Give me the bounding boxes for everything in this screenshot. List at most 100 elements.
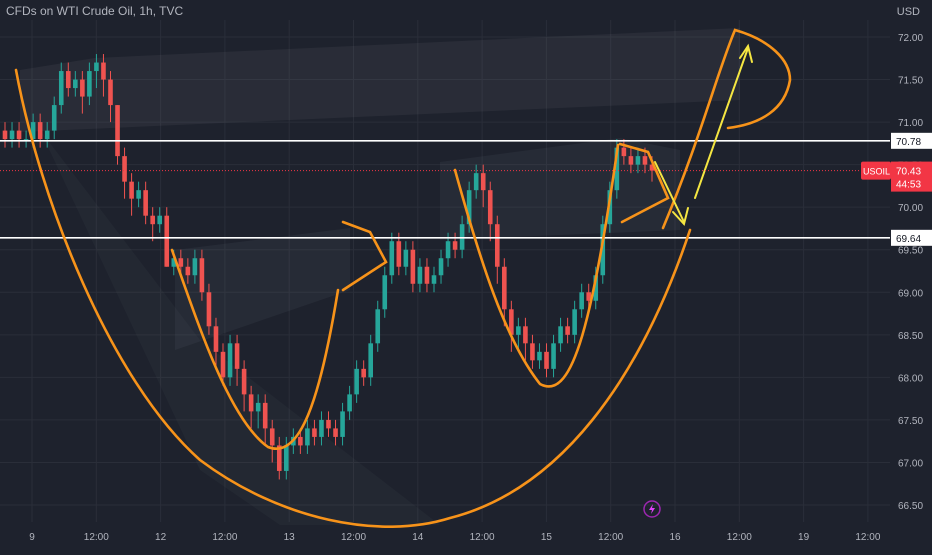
candle-body	[326, 419, 331, 429]
candle-body	[516, 326, 521, 335]
candle-body	[502, 266, 507, 310]
candle-body	[108, 79, 113, 106]
candle-body	[73, 79, 78, 89]
candle-body	[305, 428, 310, 446]
candle-body	[312, 428, 317, 437]
x-tick-label: 12:00	[855, 532, 880, 543]
y-tick-label: 68.00	[898, 373, 923, 384]
candle-body	[51, 105, 57, 131]
candle-body	[58, 71, 64, 106]
candle-body	[403, 249, 409, 267]
candle-body	[579, 292, 584, 310]
candle-body	[101, 62, 106, 80]
candle-body	[333, 428, 338, 437]
candle-body	[178, 258, 184, 267]
candle-body	[2, 130, 8, 140]
level-badge-text: 69.64	[896, 234, 921, 245]
candle-body	[129, 181, 134, 199]
candle-body	[544, 351, 549, 369]
candle-body	[375, 309, 381, 344]
candle-body	[621, 147, 627, 157]
y-tick-label: 69.00	[898, 288, 923, 299]
candle-body	[523, 326, 528, 344]
candle-body	[94, 62, 99, 72]
candle-body	[115, 105, 120, 157]
x-tick-label: 12	[155, 532, 167, 543]
x-tick-label: 15	[541, 532, 553, 543]
y-tick-label: 72.00	[898, 33, 923, 44]
candle-body	[410, 249, 416, 284]
candle-body	[284, 445, 289, 471]
candle-body	[192, 258, 198, 276]
x-tick-label: 12:00	[84, 532, 109, 543]
currency-label: USD	[896, 6, 920, 18]
candle-body	[143, 190, 148, 216]
y-tick-label: 67.50	[898, 416, 923, 427]
y-tick-label: 67.00	[898, 458, 923, 469]
candle-body	[389, 241, 395, 276]
x-tick-label: 19	[798, 532, 810, 543]
candle-body	[122, 156, 127, 182]
level-badge-text: 70.78	[896, 137, 921, 148]
candle-body	[227, 343, 233, 378]
candle-body	[642, 156, 648, 165]
candle-body	[530, 343, 535, 361]
candle-body	[551, 343, 556, 369]
candle-body	[459, 224, 465, 250]
price-badge-text: 70.43	[896, 167, 921, 178]
candle-body	[417, 266, 423, 284]
chart-svg[interactable]: 70.78 69.64 66.50 67.00 67.50 68.00 68.50 69.0…	[0, 0, 932, 550]
candle-body	[87, 71, 92, 97]
candle-body	[262, 402, 268, 429]
y-tick-label: 71.00	[898, 118, 923, 129]
candle-body	[347, 394, 352, 412]
candle-body	[382, 275, 388, 310]
candle-body	[23, 139, 29, 141]
x-tick-label: 14	[412, 532, 424, 543]
candle-body	[255, 402, 261, 412]
candle-body	[473, 173, 479, 191]
chart-area[interactable]: 70.78 69.64 66.50 67.00 67.50 68.00 68.50 69.0…	[0, 0, 932, 550]
candle-body	[80, 79, 85, 97]
candle-body	[220, 351, 226, 378]
candle-body	[16, 130, 22, 140]
candle-body	[298, 436, 303, 446]
candle-body	[565, 326, 570, 335]
candle-body	[480, 173, 486, 191]
x-tick-label: 12:00	[470, 532, 495, 543]
candle-body	[164, 215, 170, 267]
candle-body	[445, 241, 451, 259]
candle-body	[65, 71, 71, 89]
candle-body	[136, 190, 141, 199]
candle-body	[199, 258, 205, 293]
x-tick-label: 16	[669, 532, 681, 543]
candle-body	[185, 266, 191, 276]
y-tick-label: 66.50	[898, 501, 923, 512]
candle-body	[206, 292, 212, 327]
candle-body	[213, 326, 219, 352]
candle-body	[37, 122, 43, 140]
candle-body	[635, 156, 641, 165]
x-tick-label: 12:00	[598, 532, 623, 543]
candle-body	[340, 411, 345, 437]
candle-body	[241, 368, 247, 395]
candle-body	[494, 224, 500, 267]
countdown-text: 44:53	[896, 180, 921, 191]
y-tick-label: 71.50	[898, 76, 923, 87]
candle-body	[150, 215, 155, 225]
x-tick-label: 12:00	[341, 532, 366, 543]
symbol-badge-text: USOIL	[863, 167, 890, 177]
x-tick-label: 12:00	[212, 532, 237, 543]
candle-body	[487, 190, 493, 225]
candle-body	[319, 419, 324, 437]
candle-body	[248, 394, 254, 412]
candle-body	[234, 343, 240, 369]
y-tick-label: 70.00	[898, 203, 923, 214]
candle-body	[368, 343, 373, 378]
candle-body	[438, 258, 444, 276]
candle-body	[628, 156, 634, 165]
candle-body	[354, 368, 359, 395]
candle-body	[44, 130, 50, 140]
chart-title: CFDs on WTI Crude Oil, 1h, TVC	[6, 4, 184, 18]
candle-body	[572, 309, 577, 335]
